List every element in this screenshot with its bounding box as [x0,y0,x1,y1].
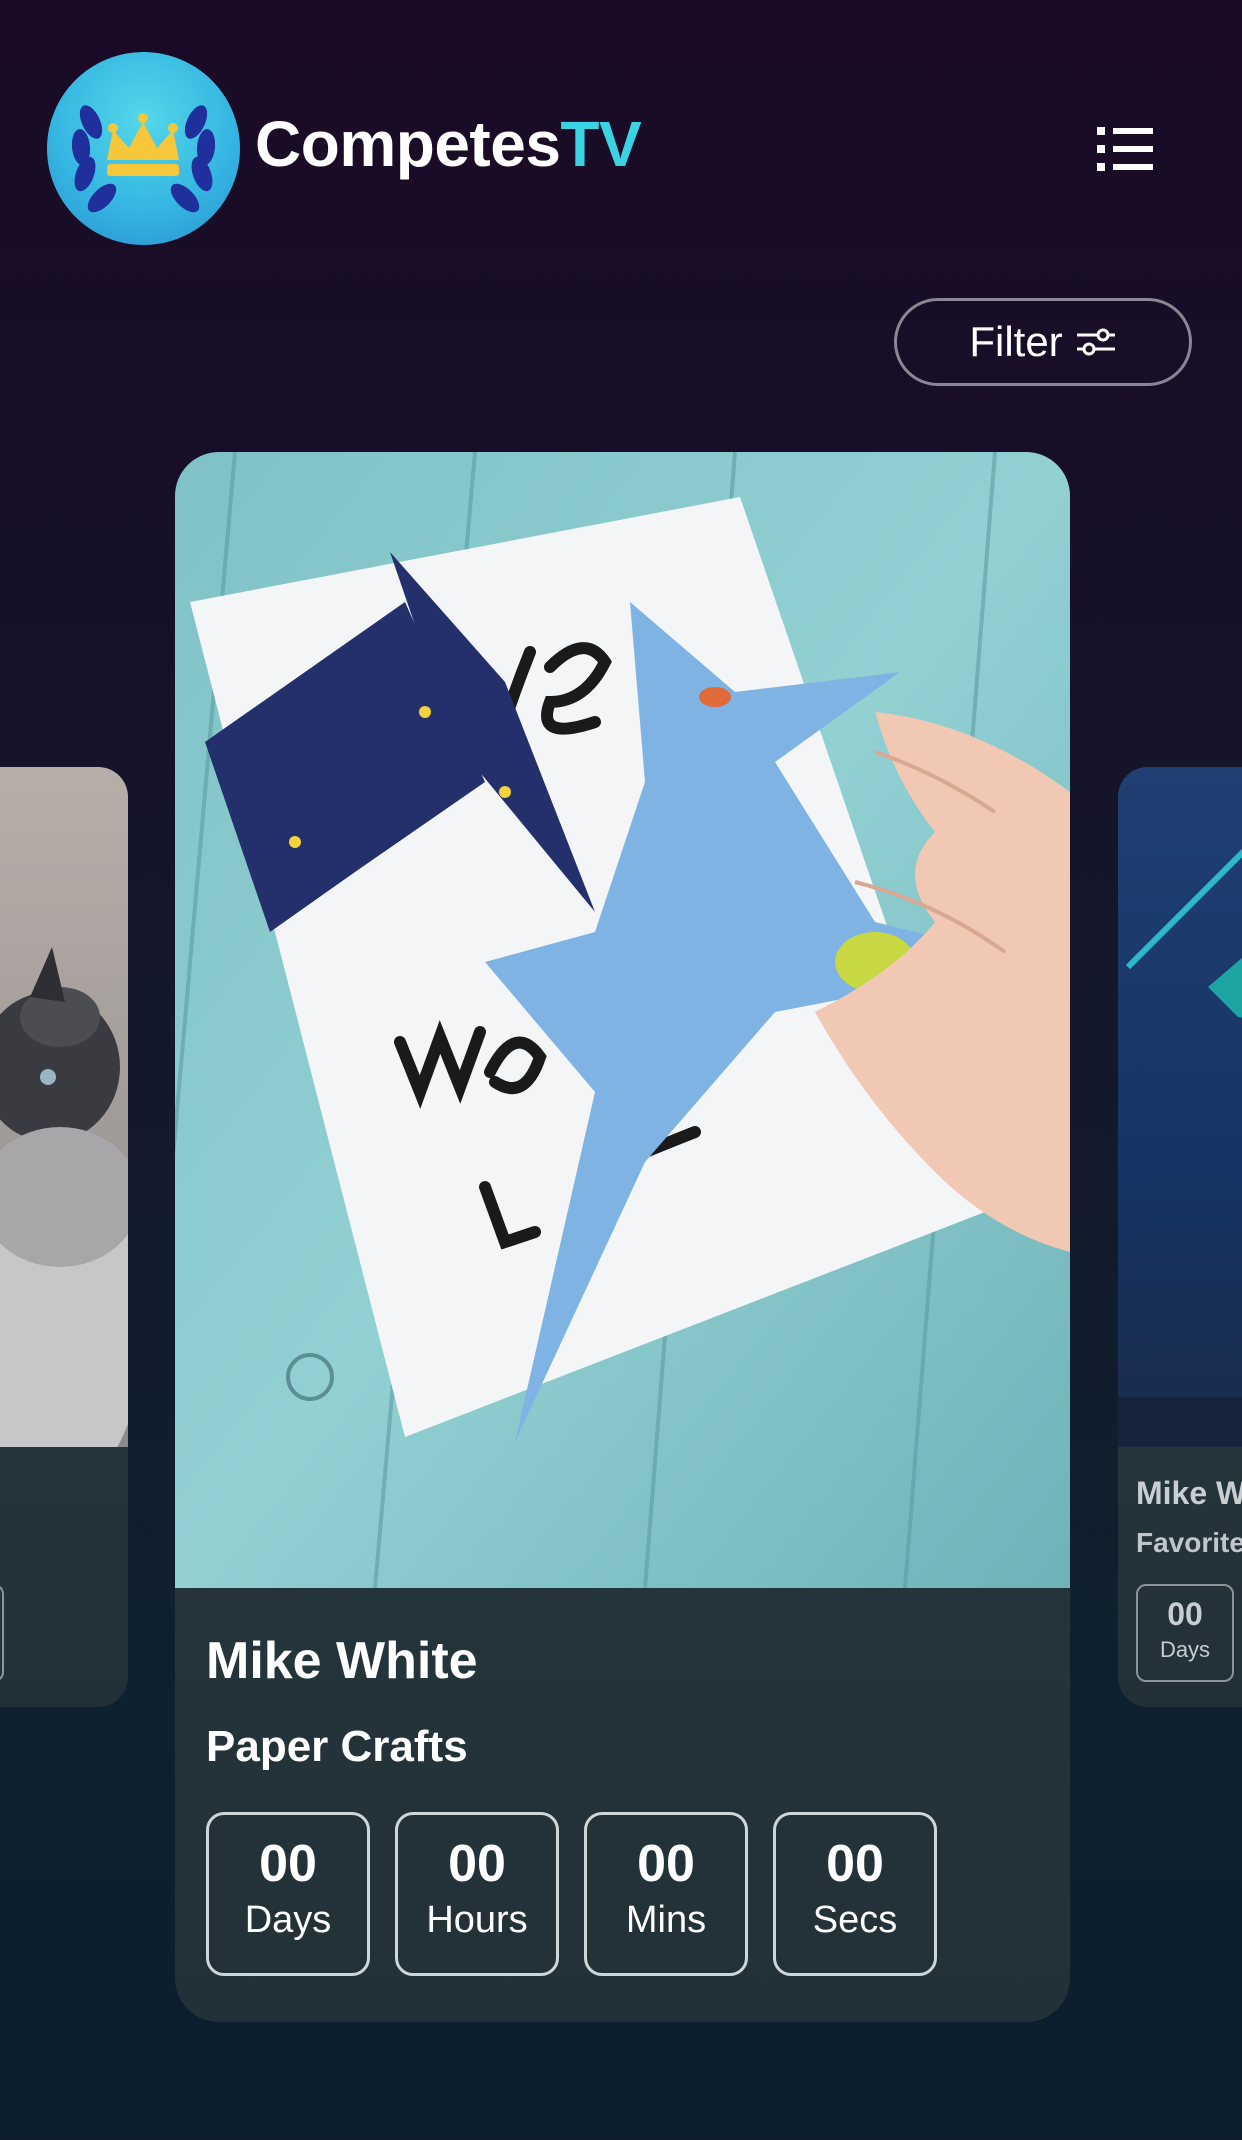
countdown-value: 00 [826,1835,884,1893]
menu-button[interactable] [1095,125,1155,173]
card-thumbnail-paper-planes [175,452,1070,1588]
card-category: Paper Crafts [206,1722,468,1771]
countdown-secs: 00 Secs [773,1812,937,1976]
countdown-value: 0 [0,1596,2,1632]
card-thumbnail-guitar [1118,767,1242,1447]
filter-label: Filter [969,318,1063,365]
card-creator-name: Mike White [206,1632,478,1690]
card-thumbnail-cat [0,767,128,1447]
countdown-value: 00 [448,1835,506,1893]
countdown-unit: cs [0,1636,2,1664]
app-title: CompetesTV [255,105,642,183]
countdown-unit: Hours [426,1899,528,1941]
filter-button[interactable]: Filter [894,298,1192,386]
countdown-unit: Secs [812,1899,898,1941]
competition-card-prev[interactable]: 0 cs [0,767,128,1707]
sliders-icon [1076,328,1115,356]
countdown-mins: 00 Mins [584,1812,748,1976]
countdown-days: 00 Days [1136,1584,1234,1682]
countdown-value: 00 [259,1835,317,1893]
crown-laurel-icon [71,105,216,213]
brand-accent: TV [560,108,642,180]
countdown-value: 00 [637,1835,695,1893]
card-category: Favorite [1136,1527,1242,1558]
countdown-unit: Mins [625,1899,707,1941]
countdown-unit: Days [244,1899,332,1941]
app-logo[interactable] [47,52,240,245]
competition-card[interactable]: Mike White Paper Crafts 00 Days 00 Hours… [175,452,1070,2022]
countdown-unit: Days [1159,1637,1211,1662]
countdown-days: 00 Days [206,1812,370,1976]
competition-card-next[interactable]: Mike W Favorite 00 Days [1118,767,1242,1707]
card-creator-name: Mike W [1136,1475,1242,1511]
countdown-hours: 00 Hours [395,1812,559,1976]
countdown-secs-partial: 0 cs [0,1584,4,1682]
brand-main: Competes [255,108,561,180]
list-menu-icon [1097,127,1153,171]
countdown-value: 00 [1167,1596,1203,1632]
